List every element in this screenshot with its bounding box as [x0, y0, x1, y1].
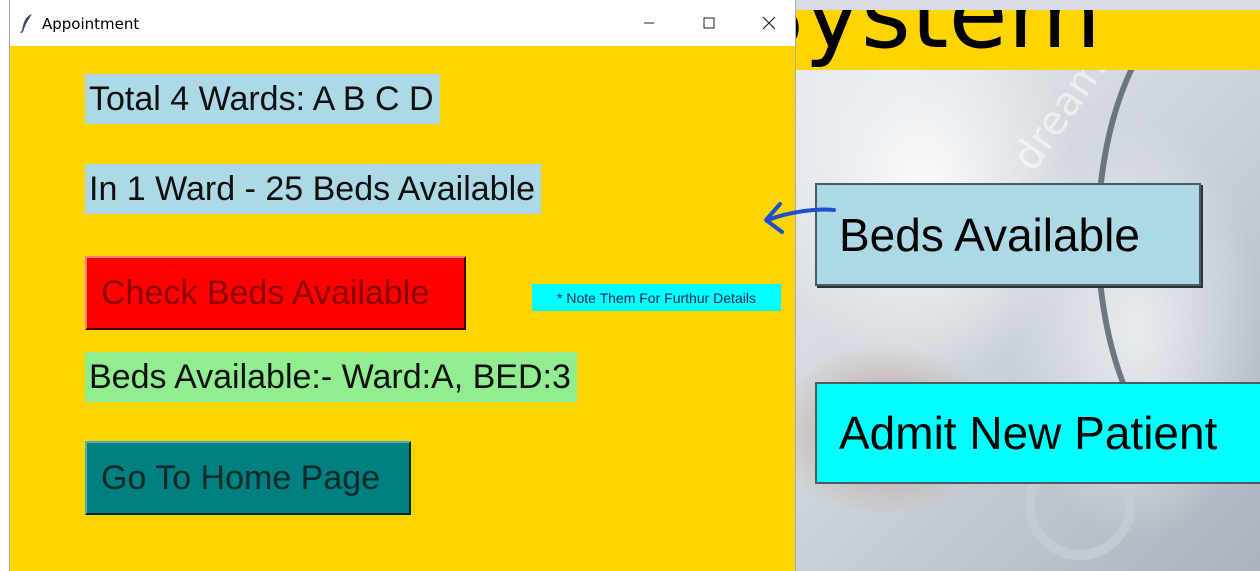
wards-label: Total 4 Wards: A B C D	[85, 74, 440, 124]
minimize-button[interactable]	[619, 0, 679, 46]
go-to-home-page-button[interactable]: Go To Home Page	[85, 441, 411, 515]
background-header: t System	[795, 10, 1260, 70]
close-icon	[762, 16, 776, 30]
admit-new-patient-label: Admit New Patient	[839, 407, 1218, 459]
maximize-icon	[703, 17, 715, 29]
feather-icon	[20, 14, 32, 33]
beds-available-label: Beds Available	[839, 208, 1140, 261]
note-label: * Note Them For Furthur Details	[532, 284, 781, 311]
window-title: Appointment	[42, 15, 140, 33]
beds-available-result: Beds Available:- Ward:A, BED:3	[85, 352, 577, 402]
doctor-photo: dream	[795, 70, 1260, 571]
admit-new-patient-button[interactable]: Admit New Patient	[815, 382, 1260, 484]
background-window: t System dream Beds Available Admit New …	[795, 0, 1260, 571]
check-beds-available-button[interactable]: Check Beds Available	[85, 256, 466, 330]
close-button[interactable]	[739, 0, 799, 46]
go-to-home-page-label: Go To Home Page	[101, 458, 381, 497]
minimize-icon	[644, 22, 654, 24]
maximize-button[interactable]	[679, 0, 739, 46]
beds-available-button[interactable]: Beds Available	[815, 183, 1201, 286]
title-bar[interactable]: Appointment	[10, 0, 795, 46]
background-title: t System	[795, 10, 1102, 70]
watermark-text: dream	[1003, 70, 1116, 180]
appointment-window: Appointment Total 4 Wards: A B C D In 1 …	[10, 0, 795, 571]
beds-per-ward-label: In 1 Ward - 25 Beds Available	[85, 164, 542, 214]
arrow-left-icon	[764, 202, 836, 234]
screen: t System dream Beds Available Admit New …	[0, 0, 1260, 571]
check-beds-available-label: Check Beds Available	[101, 273, 430, 312]
